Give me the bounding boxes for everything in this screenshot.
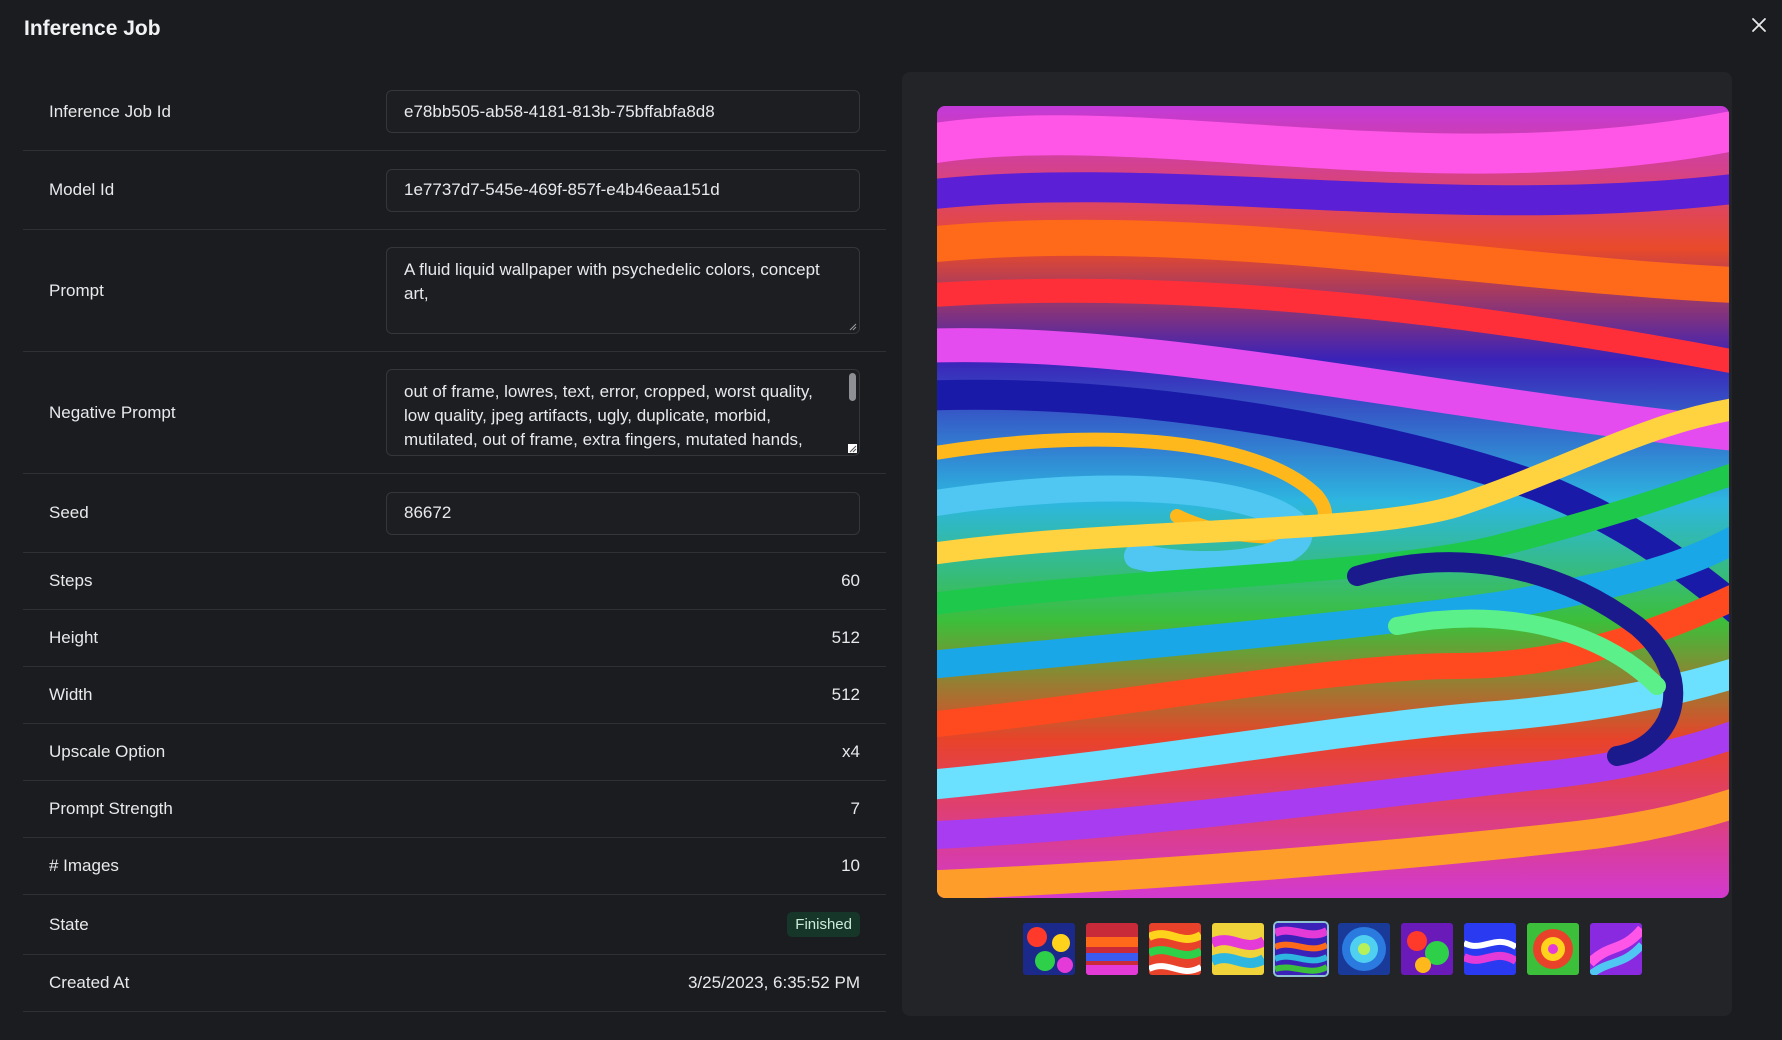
height-value: 512 [831,628,860,647]
thumbnail-9[interactable] [1525,921,1581,977]
images-label: # Images [49,856,119,875]
row-prompt: Prompt A fluid liquid wallpaper with psy… [23,230,886,352]
image-preview-panel [902,72,1732,1016]
upscale-option-label: Upscale Option [49,742,166,761]
prompt-textarea[interactable]: A fluid liquid wallpaper with psychedeli… [386,247,860,334]
model-id-label: Model Id [49,180,115,199]
prompt-label: Prompt [49,280,104,300]
upscale-option-value: x4 [842,742,860,761]
created-at-value: 3/25/2023, 6:35:52 PM [687,973,860,992]
seed-label: Seed [49,503,89,522]
prompt-text: A fluid liquid wallpaper with psychedeli… [404,260,820,303]
model-id-field[interactable]: 1e7737d7-545e-469f-857f-e4b46eaa151d [386,168,860,212]
width-label: Width [49,685,93,704]
job-details-form: Inference Job Id e78bb505-ab58-4181-813b… [23,73,886,1012]
textarea-scrollbar[interactable] [849,373,856,401]
thumbnail-2[interactable] [1084,921,1140,977]
negative-prompt-label: Negative Prompt [49,402,176,422]
prompt-strength-label: Prompt Strength [49,799,173,818]
thumbnail-6[interactable] [1336,921,1392,977]
thumbnail-7[interactable] [1399,921,1455,977]
thumbnail-4[interactable] [1210,921,1266,977]
height-label: Height [49,628,99,647]
thumbnail-8[interactable] [1462,921,1518,977]
job-id-label: Inference Job Id [49,101,171,121]
row-negative-prompt: Negative Prompt out of frame, lowres, te… [23,352,886,474]
thumbnail-strip [1021,921,1644,977]
negative-prompt-text: out of frame, lowres, text, error, cropp… [404,382,813,449]
steps-label: Steps [49,571,93,590]
row-seed: Seed 86672 [23,474,886,553]
main-image [937,106,1729,898]
status-badge: Finished [787,912,860,937]
job-id-field[interactable]: e78bb505-ab58-4181-813b-75bffabfa8d8 [386,90,860,133]
thumbnail-1[interactable] [1021,921,1077,977]
steps-value: 60 [841,571,860,590]
resize-grip-icon[interactable] [848,322,857,331]
dialog-title: Inference Job [24,17,161,40]
row-steps: Steps 60 [23,553,886,610]
width-value: 512 [831,685,860,704]
thumbnail-5-selected[interactable] [1273,921,1329,977]
row-width: Width 512 [23,667,886,724]
thumbnail-10[interactable] [1588,921,1644,977]
resize-grip-icon[interactable] [848,444,857,453]
seed-field[interactable]: 86672 [386,491,860,535]
close-button[interactable] [1746,12,1772,38]
row-prompt-strength: Prompt Strength 7 [23,781,886,838]
thumbnail-3[interactable] [1147,921,1203,977]
negative-prompt-textarea[interactable]: out of frame, lowres, text, error, cropp… [386,369,860,456]
row-created-at: Created At 3/25/2023, 6:35:52 PM [23,955,886,1012]
row-upscale-option: Upscale Option x4 [23,724,886,781]
close-icon [1752,18,1766,32]
row-images: # Images 10 [23,838,886,895]
state-label: State [49,914,89,934]
created-at-label: Created At [49,973,130,992]
row-state: State Finished [23,895,886,955]
row-model-id: Model Id 1e7737d7-545e-469f-857f-e4b46ea… [23,151,886,230]
row-height: Height 512 [23,610,886,667]
row-job-id: Inference Job Id e78bb505-ab58-4181-813b… [23,73,886,151]
prompt-strength-value: 7 [850,799,860,818]
images-value: 10 [841,856,860,875]
